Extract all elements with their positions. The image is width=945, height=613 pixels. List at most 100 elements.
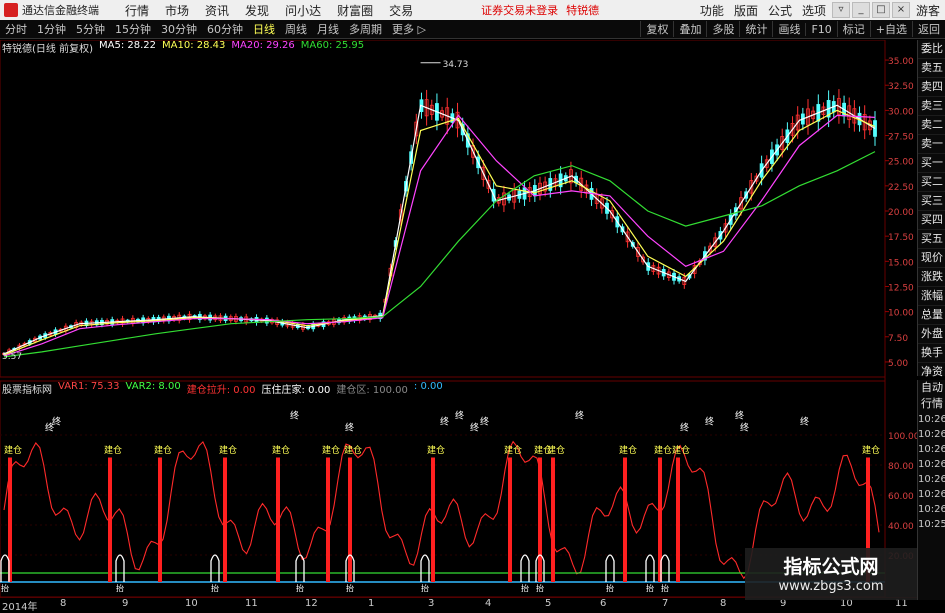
tick-time: 10:26 [918, 489, 945, 500]
tick-time: 10:26 [918, 474, 945, 485]
maximize-icon[interactable]: □ [871, 2, 890, 18]
ind-tick-label: 40.00 [888, 522, 914, 532]
menu-item-market[interactable]: 行情 [117, 2, 157, 19]
side-panel-item[interactable]: 买四 [918, 211, 945, 230]
multi-stock-button[interactable]: 多股 [706, 21, 739, 37]
side-panel-item[interactable]: 换手 [918, 344, 945, 363]
end-marker: 终 [735, 410, 744, 422]
menu-item-options[interactable]: 选项 [797, 2, 831, 19]
end-marker: 终 [52, 416, 61, 428]
period-tab-1min[interactable]: 1分钟 [32, 21, 71, 37]
menu-item-wealth[interactable]: 财富圈 [329, 2, 381, 19]
side-panel-item[interactable]: 涨幅 [918, 287, 945, 306]
stock-title: 特锐德(日线 前复权) [2, 44, 93, 55]
menu-item-news[interactable]: 资讯 [197, 2, 237, 19]
bottom-marker: 抬 [536, 583, 544, 593]
add-watchlist-button[interactable]: +自选 [869, 21, 912, 37]
date-label: 3 [428, 598, 435, 609]
side-panel-item[interactable]: 卖四 [918, 78, 945, 97]
buy-marker: 建仓 [154, 444, 172, 456]
price-tick-label: 25.00 [888, 158, 914, 168]
side-panel-item[interactable]: 现价 [918, 249, 945, 268]
tick-time: 10:26 [918, 459, 945, 470]
tick-time: 10:26 [918, 444, 945, 455]
period-tab-more[interactable]: 更多 ▷ [387, 21, 431, 37]
menu-item-trade[interactable]: 交易 [381, 2, 421, 19]
bottom-shape [115, 554, 125, 582]
side-panel-item[interactable]: 买三 [918, 192, 945, 211]
period-tab-weekly[interactable]: 周线 [280, 21, 312, 37]
overlay-button[interactable]: 叠加 [673, 21, 706, 37]
period-tab-30min[interactable]: 30分钟 [156, 21, 202, 37]
end-marker: 终 [290, 410, 299, 422]
side-panel-item[interactable]: 卖二 [918, 116, 945, 135]
buy-marker: 建仓 [4, 444, 22, 456]
price-tick-label: 20.00 [888, 208, 914, 218]
side-panel-lower-item[interactable]: 行情 [918, 396, 945, 412]
minimize-icon[interactable]: _ [851, 2, 870, 18]
menu-item-ask[interactable]: 问小达 [277, 2, 329, 19]
side-panel-item[interactable]: 涨跌 [918, 268, 945, 287]
arrow-icon[interactable]: ▿ [831, 2, 850, 18]
bottom-marker: 抬 [646, 583, 654, 593]
buy-marker: 建仓 [672, 444, 690, 456]
bottom-marker: 抬 [661, 583, 669, 593]
buy-bar [431, 457, 435, 582]
bottom-marker: 抬 [211, 583, 219, 593]
side-panel-item[interactable]: 卖一 [918, 135, 945, 154]
buy-marker: 建仓 [219, 444, 237, 456]
side-panel-item[interactable]: 委比 [918, 40, 945, 59]
buy-marker: 建仓 [862, 444, 880, 456]
menu-item-function[interactable]: 功能 [695, 2, 729, 19]
date-label: 2014年 [2, 602, 38, 613]
f10-button[interactable]: F10 [805, 22, 836, 36]
date-label: 8 [60, 598, 67, 609]
mark-button[interactable]: 标记 [836, 21, 870, 37]
buy-marker: 建仓 [104, 444, 122, 456]
buy-bar [676, 457, 680, 582]
end-marker: 终 [800, 416, 809, 428]
side-panel-lower-item[interactable]: 自动 [918, 380, 945, 396]
menu-item-formula[interactable]: 公式 [763, 2, 797, 19]
login-notice[interactable]: 证券交易未登录 [481, 2, 558, 18]
period-tab-5min[interactable]: 5分钟 [71, 21, 110, 37]
stats-button[interactable]: 统计 [739, 21, 772, 37]
date-label: 9 [122, 598, 129, 609]
end-marker: 终 [705, 416, 714, 428]
indicator-name[interactable]: 股票指标网 [2, 381, 52, 396]
side-panel-item[interactable]: 外盘 [918, 325, 945, 344]
period-tab-timeshare[interactable]: 分时 [0, 21, 32, 37]
bottom-marker: 抬 [116, 583, 124, 593]
period-tab-multi[interactable]: 多周期 [344, 21, 387, 37]
bottom-shape [605, 554, 615, 582]
price-tick-label: 35.00 [888, 57, 914, 67]
side-panel-item[interactable]: 卖三 [918, 97, 945, 116]
menu-right: 功能 版面 公式 选项 ▿ _ □ × 游客 [695, 0, 945, 20]
draw-line-button[interactable]: 画线 [772, 21, 805, 37]
back-button[interactable]: 返回 [912, 21, 945, 37]
menu-item-markets[interactable]: 市场 [157, 2, 197, 19]
period-tab-15min[interactable]: 15分钟 [110, 21, 156, 37]
app-title: 通达信金融终端 [22, 4, 99, 17]
period-tab-monthly[interactable]: 月线 [312, 21, 344, 37]
side-panel-item[interactable]: 卖五 [918, 59, 945, 78]
kline-chart[interactable]: 35.00 32.50 30.00 27.50 25.00 22.50 20.00 17.50… [0, 40, 917, 597]
guest-label[interactable]: 游客 [911, 2, 945, 19]
adjust-button[interactable]: 复权 [640, 21, 673, 37]
menu-item-layout[interactable]: 版面 [729, 2, 763, 19]
ind-tick-label: 60.00 [888, 492, 914, 502]
buy-marker: 建仓 [504, 444, 522, 456]
date-label: 5 [545, 598, 552, 609]
side-panel-item[interactable]: 买五 [918, 230, 945, 249]
watermark-url: www.zbgs3.com [778, 579, 884, 594]
period-tab-daily[interactable]: 日线 [248, 21, 280, 37]
pressure-value: 压住庄家: 0.00 [261, 385, 331, 396]
close-icon[interactable]: × [891, 2, 910, 18]
side-panel-item[interactable]: 总量 [918, 306, 945, 325]
period-tab-60min[interactable]: 60分钟 [202, 21, 248, 37]
side-panel-item[interactable]: 买二 [918, 173, 945, 192]
date-label: 10 [185, 598, 198, 609]
jianchang-rise-value: 建仓拉升: 0.00 [186, 385, 256, 396]
side-panel-item[interactable]: 买一 [918, 154, 945, 173]
menu-item-discover[interactable]: 发现 [237, 2, 277, 19]
